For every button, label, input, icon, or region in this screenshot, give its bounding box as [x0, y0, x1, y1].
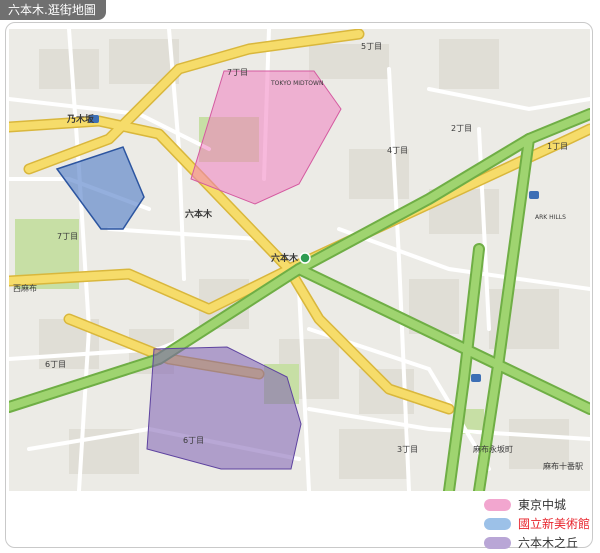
label-chome-4: 4丁目 [387, 146, 408, 155]
label-azabu-juban-station: 麻布十番駅 [543, 461, 583, 471]
legend-swatch-pink [484, 499, 511, 511]
label-ark-hills: ARK HILLS [535, 214, 566, 221]
map-legend: 東京中城 國立新美術館 六本木之丘 [484, 496, 594, 553]
label-midtown-en: TOKYO MIDTOWN [270, 80, 323, 87]
label-chome-6-bottom: 6丁目 [183, 436, 204, 445]
label-chome-3: 3丁目 [397, 445, 418, 454]
legend-swatch-blue [484, 518, 511, 530]
legend-label-tokyo-midtown: 東京中城 [518, 498, 567, 512]
label-nogizaka: 乃木坂 [66, 113, 95, 125]
legend-swatch-purple [484, 537, 511, 549]
map-view[interactable]: 乃木坂 六本木 六本木 西麻布 麻布十番駅 麻布永坂町 TOKYO MIDTOW… [9, 29, 590, 491]
label-roppongi-area: 六本木 [185, 208, 213, 220]
label-roppongi-station: 六本木 [271, 252, 299, 264]
label-chome-2: 2丁目 [451, 124, 472, 133]
legend-label-national-art-center: 國立新美術館 [518, 517, 591, 531]
label-chome-1: 1丁目 [547, 142, 568, 151]
roppongi-station-marker[interactable] [299, 252, 311, 264]
label-chome-6-left: 6丁目 [45, 360, 66, 369]
legend-label-roppongi-hills: 六本木之丘 [518, 536, 579, 550]
label-nishiazabu: 西麻布 [13, 283, 37, 293]
label-chome-5: 5丁目 [361, 42, 382, 51]
map-canvas: 乃木坂 六本木 六本木 西麻布 麻布十番駅 麻布永坂町 TOKYO MIDTOW… [9, 29, 590, 491]
page-title: 六本木.逛街地圖 [0, 0, 106, 20]
legend-item-tokyo-midtown: 東京中城 [484, 496, 594, 514]
label-chome-7-top: 7丁目 [227, 68, 248, 77]
legend-item-national-art-center: 國立新美術館 [484, 515, 594, 533]
label-azabu-nagasaka: 麻布永坂町 [473, 444, 513, 454]
legend-item-roppongi-hills: 六本木之丘 [484, 534, 594, 552]
label-chome-7-left: 7丁目 [57, 232, 78, 241]
